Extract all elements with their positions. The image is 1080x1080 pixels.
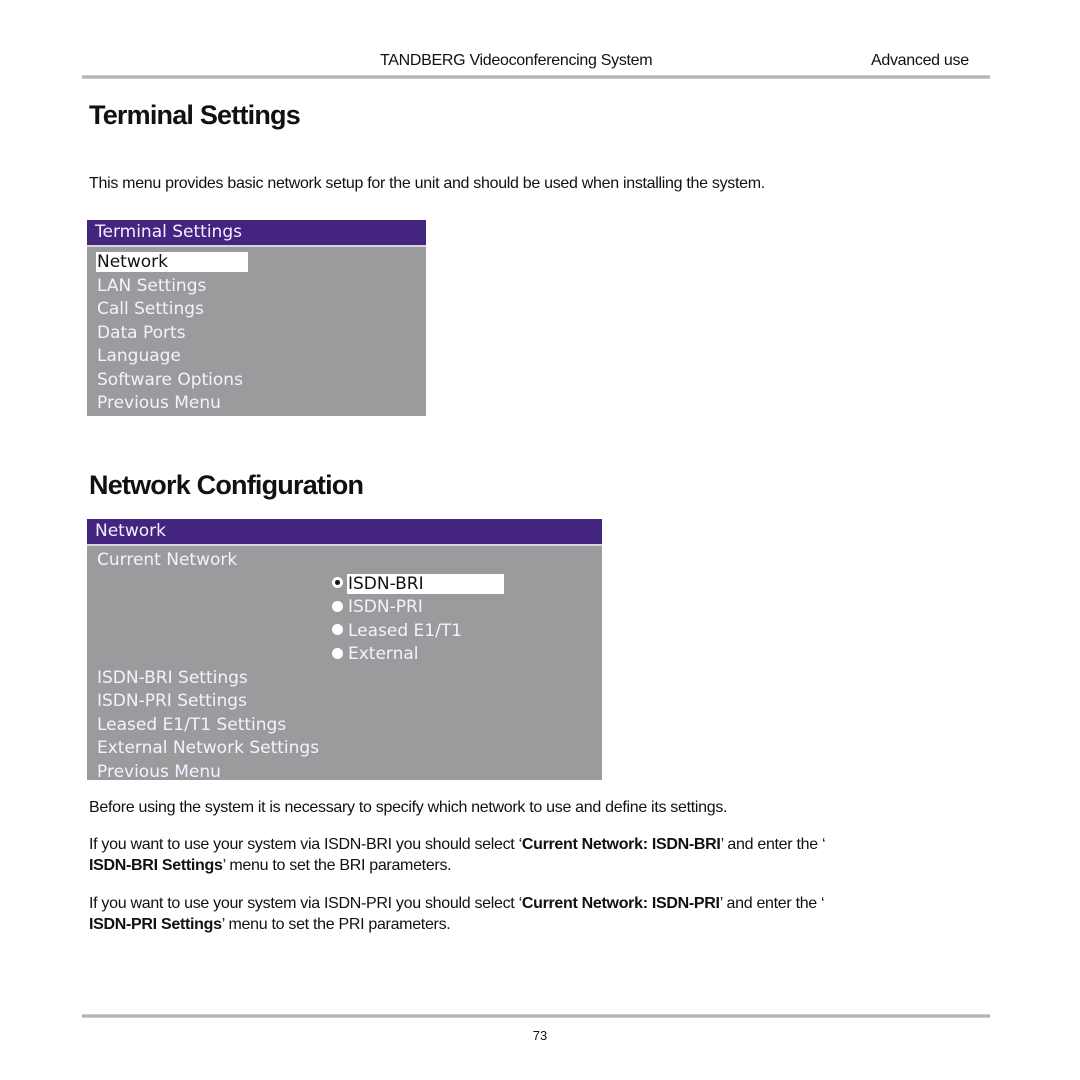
page-number: 73 xyxy=(532,1028,548,1043)
network-paragraph-3: If you want to use your system via ISDN-… xyxy=(89,893,969,935)
radio-option-isdn-bri[interactable]: ISDN-BRI xyxy=(87,573,602,597)
text-run: ’ menu to set the PRI parameters. xyxy=(221,916,451,933)
text-run: If you want to use your system via ISDN-… xyxy=(89,895,522,912)
radio-label: External xyxy=(348,644,419,664)
footer-divider xyxy=(82,1014,990,1018)
menu-item-language[interactable]: Language xyxy=(87,345,426,369)
menu-item-data-ports[interactable]: Data Ports xyxy=(87,322,426,346)
menu-item-label: Network xyxy=(96,252,248,272)
terminal-settings-menu: Terminal Settings Network LAN Settings C… xyxy=(87,220,426,416)
menu-item-external-network-settings[interactable]: External Network Settings xyxy=(87,737,602,761)
network-menu: Network Current Network ISDN-BRI ISDN-PR… xyxy=(87,519,602,782)
radio-label: ISDN-BRI xyxy=(347,573,504,594)
page-header-section: Advanced use xyxy=(871,52,969,69)
menu-item-previous-menu[interactable]: Previous Menu xyxy=(87,761,602,785)
header-divider xyxy=(82,75,990,79)
menu-item-leased-e1-t1-settings[interactable]: Leased E1/T1 Settings xyxy=(87,714,602,738)
radio-checked-icon xyxy=(332,577,343,588)
current-network-label: Current Network xyxy=(97,550,238,570)
menu-item-network[interactable]: Network xyxy=(87,251,426,275)
menu-item-previous-menu[interactable]: Previous Menu xyxy=(87,392,426,416)
text-run: If you want to use your system via ISDN-… xyxy=(89,836,522,853)
bold-text: Current Network: ISDN-BRI xyxy=(521,836,721,853)
page-header-title: TANDBERG Videoconferencing System xyxy=(380,52,653,69)
bold-text: ISDN-BRI Settings xyxy=(89,857,223,874)
radio-label: Leased E1/T1 xyxy=(348,620,463,641)
network-configuration-heading: Network Configuration xyxy=(89,470,364,500)
menu-item-isdn-bri-settings[interactable]: ISDN-BRI Settings xyxy=(87,667,602,691)
menu-item-isdn-pri-settings[interactable]: ISDN-PRI Settings xyxy=(87,690,602,714)
text-run: ’ and enter the ‘ xyxy=(719,895,825,912)
radio-option-external[interactable]: External xyxy=(87,643,602,667)
text-run: ’ menu to set the BRI parameters. xyxy=(222,857,452,874)
radio-option-isdn-pri[interactable]: ISDN-PRI xyxy=(87,596,602,620)
menu-item-software-options[interactable]: Software Options xyxy=(87,369,426,393)
network-paragraph-1: Before using the system it is necessary … xyxy=(89,799,728,816)
radio-unchecked-icon xyxy=(332,600,343,612)
bold-text: Current Network: ISDN-PRI xyxy=(521,895,720,912)
text-run: ’ and enter the ‘ xyxy=(720,836,826,853)
menu-title: Terminal Settings xyxy=(87,220,426,247)
menu-item-call-settings[interactable]: Call Settings xyxy=(87,298,426,322)
radio-unchecked-icon xyxy=(332,624,343,635)
terminal-settings-intro: This menu provides basic network setup f… xyxy=(89,175,765,192)
radio-label: ISDN-PRI xyxy=(348,597,423,617)
radio-unchecked-icon xyxy=(332,647,343,659)
terminal-settings-heading: Terminal Settings xyxy=(89,100,301,130)
menu-item-lan-settings[interactable]: LAN Settings xyxy=(87,275,426,299)
network-paragraph-2: If you want to use your system via ISDN-… xyxy=(89,834,969,876)
radio-option-leased-e1-t1[interactable]: Leased E1/T1 xyxy=(87,620,602,644)
menu-title: Network xyxy=(87,519,602,546)
bold-text: ISDN-PRI Settings xyxy=(89,916,222,933)
